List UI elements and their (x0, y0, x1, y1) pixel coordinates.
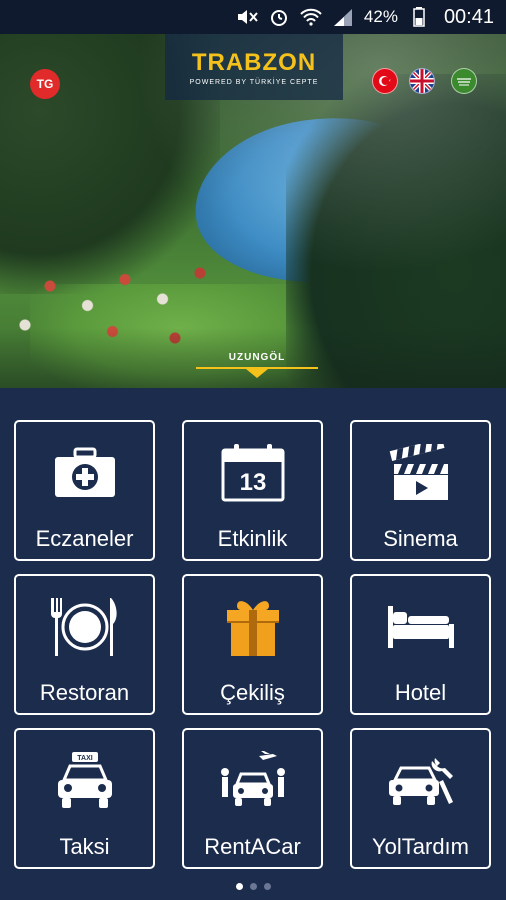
battery-percent: 42% (363, 7, 398, 26)
tile-label: Hotel (394, 680, 447, 705)
clock: 00:41 (443, 5, 494, 28)
clapperboard-icon (381, 440, 461, 506)
tile-label: Eczaneler (35, 526, 134, 551)
tile-restoran[interactable]: Restoran (14, 574, 155, 715)
bed-icon (381, 594, 461, 660)
tile-hotel[interactable]: Hotel (350, 574, 491, 715)
mute-icon (236, 6, 258, 28)
menu-grid: Eczaneler 13 Etkinlik Sinema Restoran Çe… (14, 420, 492, 870)
turkish-flag-icon[interactable] (372, 68, 398, 94)
signal-icon (332, 6, 354, 28)
tile-label: YolTardım (371, 834, 469, 859)
calendar-day: 13 (239, 469, 266, 496)
page-dot[interactable] (249, 883, 257, 890)
location-pointer-icon (246, 369, 268, 378)
location-label: UZUNGÖL (228, 352, 286, 363)
app-subtitle: POWERED BY TÜRKİYE CEPTE (189, 78, 319, 86)
tile-rentacar[interactable]: RentACar (182, 728, 323, 869)
gift-icon (213, 594, 293, 660)
tile-label: Çekiliş (220, 680, 285, 705)
uk-flag-icon[interactable] (409, 68, 435, 94)
tile-label: Taksi (59, 834, 110, 859)
tile-label: Restoran (39, 680, 130, 705)
tile-label: Etkinlik (217, 526, 288, 551)
status-bar: 42% 00:41 (0, 0, 506, 34)
calendar-icon: 13 (213, 440, 293, 506)
page-dot[interactable] (263, 883, 271, 890)
tile-label: RentACar (204, 834, 301, 859)
page-dot-active[interactable] (235, 883, 243, 890)
battery-icon (408, 6, 430, 28)
tile-sinema[interactable]: Sinema (350, 420, 491, 561)
hero-banner[interactable]: TG TRABZON POWERED BY TÜRKİYE CEPTE UZUN… (0, 34, 506, 388)
plate-cutlery-icon (45, 594, 125, 660)
first-aid-kit-icon (45, 440, 125, 506)
tile-taksi[interactable]: TAXI Taksi (14, 728, 155, 869)
brand-logo[interactable]: TG (30, 69, 60, 99)
tile-cekilis[interactable]: Çekiliş (182, 574, 323, 715)
svg-text:TAXI: TAXI (77, 755, 92, 762)
page-indicator (0, 883, 506, 890)
tile-etkinlik[interactable]: 13 Etkinlik (182, 420, 323, 561)
alarm-icon (268, 6, 290, 28)
wifi-icon (300, 6, 322, 28)
tile-yoltardim[interactable]: YolTardım (350, 728, 491, 869)
app-title: TRABZON (191, 48, 317, 76)
arabic-flag-icon[interactable] (451, 68, 477, 94)
rent-a-car-icon (213, 748, 293, 814)
taxi-icon: TAXI (45, 748, 125, 814)
brand-header: TRABZON POWERED BY TÜRKİYE CEPTE (165, 34, 343, 100)
roadside-assistance-icon (381, 748, 461, 814)
tile-label: Sinema (383, 526, 458, 551)
tile-eczaneler[interactable]: Eczaneler (14, 420, 155, 561)
